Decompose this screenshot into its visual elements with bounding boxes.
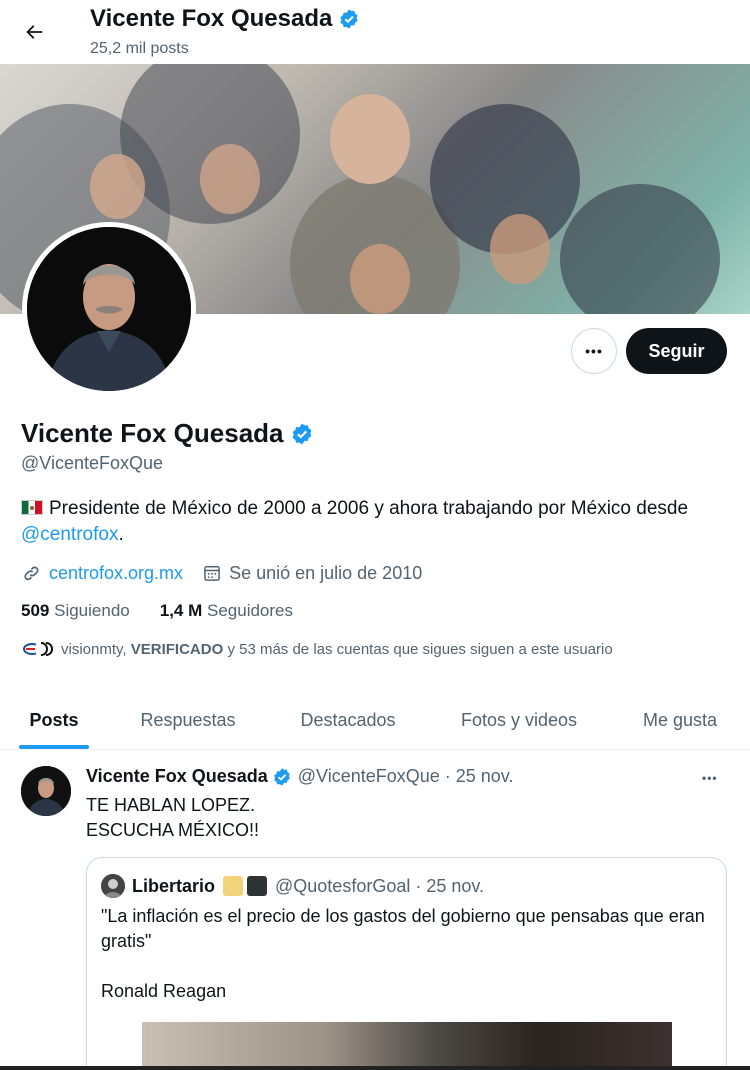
profile-tabs: Posts Respuestas Destacados Fotos y vide… [0,692,750,750]
fyk-name: visionmty, [61,640,127,658]
tweet-handle-date[interactable]: @VicenteFoxQue · 25 nov. [298,766,514,787]
following-label: Siguiendo [54,601,130,620]
fyk-rest: y 53 más de las cuentas que sigues sigue… [227,640,613,658]
followers-stat[interactable]: 1,4 M Seguidores [160,601,293,621]
header-name: Vicente Fox Quesada [90,5,333,32]
tab-me-gusta[interactable]: Me gusta [610,692,750,749]
profile-bio: Presidente de México de 2000 a 2006 y ah… [21,496,721,548]
bio-text: Presidente de México de 2000 a 2006 y ah… [49,498,689,519]
quote-author-name: Libertario [132,875,216,896]
yellow-square-icon [223,876,244,896]
more-horizontal-icon: ••• [585,343,603,359]
quote-media-image[interactable] [142,1022,672,1070]
profile-avatar[interactable] [22,222,196,396]
fyk-verified: VERIFICADO [130,640,224,658]
quote-text: "La inflación es el precio de los gastos… [101,906,705,1001]
avatar-photo [27,227,191,391]
profile-meta: centrofox.org.mx Se unió en julio de 201… [21,562,422,584]
bio-end: . [118,524,124,545]
calendar-icon [201,562,223,584]
profile-name: Vicente Fox Quesada [21,418,314,449]
back-button[interactable] [18,16,50,48]
tweet-line: ESCUCHA MÉXICO!! [86,820,260,840]
followers-label: Seguidores [207,601,294,620]
verified-badge-icon [292,423,311,444]
arrow-left-icon [26,25,43,39]
verified-badge-icon [273,767,290,786]
header-title: Vicente Fox Quesada [90,5,360,33]
window-edge [0,1066,750,1070]
tweet-author-name[interactable]: Vicente Fox Quesada [86,766,268,787]
quote-header: Libertario @QuotesforGoal · 25 nov. [101,874,484,898]
tweet-line: TE HABLAN LOPEZ. [86,795,256,815]
tab-fotos-videos[interactable]: Fotos y videos [428,692,610,749]
link-icon [21,562,43,584]
tweet-text: TE HABLAN LOPEZ. ESCUCHA MÉXICO!! [86,793,259,843]
quote-handle-date: @QuotesforGoal · 25 nov. [275,875,485,896]
tweet-more-button[interactable]: ••• [702,766,718,787]
black-square-icon [247,876,268,896]
mexico-flag-icon [21,500,43,515]
tab-destacados[interactable]: Destacados [268,692,428,749]
tab-respuestas[interactable]: Respuestas [108,692,268,749]
followers-you-know[interactable]: visionmty, VERIFICADO y 53 más de las cu… [21,638,613,660]
header-post-count: 25,2 mil posts [90,40,189,57]
followers-count: 1,4 M [159,601,203,620]
quoted-tweet[interactable]: Libertario @QuotesforGoal · 25 nov. "La … [86,857,727,1070]
following-stat[interactable]: 509 Siguiendo [21,601,130,621]
bio-mention-link[interactable]: @centrofox [21,524,118,545]
top-header: Vicente Fox Quesada 25,2 mil posts [0,0,750,64]
follower-avatar [35,638,57,660]
follower-avatars [21,638,57,660]
verified-badge-icon [340,9,358,29]
follow-button[interactable]: Seguir [626,328,727,374]
website-link[interactable]: centrofox.org.mx [49,563,183,584]
profile-name-text: Vicente Fox Quesada [21,418,284,448]
following-count: 509 [21,601,50,620]
profile-handle: @VicenteFoxQue [21,453,164,473]
tweet-header: Vicente Fox Quesada @VicenteFoxQue · 25 … [86,766,513,787]
profile-stats: 509 Siguiendo 1,4 M Seguidores [21,601,293,621]
tweet-author-avatar[interactable] [21,766,71,816]
more-options-button[interactable]: ••• [571,328,617,374]
joined-date: Se unió en julio de 2010 [229,562,423,583]
tab-posts[interactable]: Posts [0,692,108,749]
quote-author-avatar [101,874,125,898]
more-horizontal-icon: ••• [702,771,718,785]
